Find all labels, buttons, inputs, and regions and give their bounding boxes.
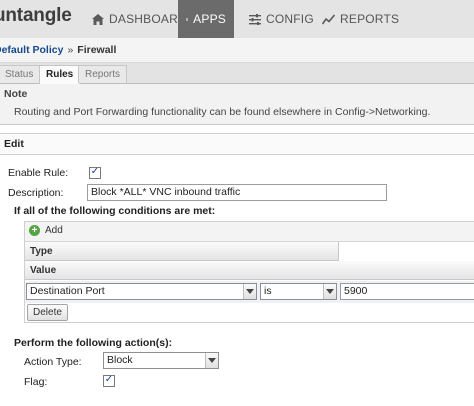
action-type-label: Action Type:	[24, 356, 82, 368]
note-panel: Note Routing and Port Forwarding functio…	[0, 84, 474, 125]
sliders-icon	[249, 13, 261, 25]
actions-title: Perform the following action(s):	[14, 337, 173, 349]
checkmark-icon: ✓	[90, 166, 100, 177]
nav-apps[interactable]: APPS	[178, 0, 234, 38]
home-icon	[92, 13, 104, 25]
edit-title: Edit	[4, 138, 24, 150]
breadcrumb: Default Policy » Firewall	[0, 38, 474, 63]
add-icon: +	[29, 225, 40, 236]
condition-operator-select[interactable]: is	[260, 283, 337, 300]
untangle-logo[interactable]: untangle	[0, 5, 72, 27]
note-title: Note	[4, 88, 28, 100]
nav-reports[interactable]: REPORTS	[314, 0, 407, 38]
flag-checkbox[interactable]: ✓	[103, 375, 115, 387]
tab-status[interactable]: Status	[0, 65, 41, 83]
delete-condition-button[interactable]: Delete	[27, 304, 68, 321]
chevron-down-icon	[205, 353, 218, 368]
breadcrumb-current: Firewall	[77, 44, 117, 56]
tab-bar: Status Rules Reports	[0, 63, 474, 85]
nav-reports-label: REPORTS	[340, 12, 400, 26]
condition-value-input[interactable]: 5900	[340, 283, 474, 300]
logo-text: untangle	[0, 5, 72, 26]
tab-reports[interactable]: Reports	[78, 65, 128, 83]
tab-rules[interactable]: Rules	[39, 65, 81, 85]
add-label: Add	[45, 225, 63, 236]
condition-type-select[interactable]: Destination Port	[26, 283, 257, 300]
chevron-down-icon	[323, 284, 336, 299]
nav-apps-label: APPS	[193, 12, 226, 26]
breadcrumb-policy-link[interactable]: Default Policy	[0, 44, 63, 56]
action-type-select[interactable]: Block	[103, 352, 219, 369]
nav-dashboard-label: DASHBOARD	[109, 12, 187, 26]
note-text: Routing and Port Forwarding functionalit…	[14, 106, 431, 118]
chevron-down-icon	[243, 284, 256, 299]
action-type-value: Block	[107, 354, 133, 366]
nav-config[interactable]: CONFIG	[241, 0, 322, 38]
top-nav-bar: untangle DASHBOARD APPS CONFIG REPORTS	[0, 0, 474, 39]
flag-label: Flag:	[24, 376, 48, 388]
conditions-toolbar: + Add	[25, 222, 474, 242]
nav-config-label: CONFIG	[266, 12, 314, 26]
enable-rule-label: Enable Rule:	[8, 167, 69, 179]
grid-icon	[186, 17, 189, 21]
condition-type-value: Destination Port	[30, 285, 105, 297]
conditions-title: If all of the following conditions are m…	[14, 205, 216, 217]
conditions-grid: + Add Type Value Destination Port is 590…	[24, 221, 474, 323]
enable-rule-checkbox[interactable]: ✓	[89, 167, 101, 179]
description-label: Description:	[8, 187, 64, 199]
column-header-type[interactable]: Type	[25, 242, 339, 261]
column-header-value[interactable]: Value	[25, 261, 474, 280]
description-input[interactable]: Block *ALL* VNC inbound traffic	[87, 184, 387, 201]
checkmark-icon: ✓	[104, 374, 114, 385]
condition-operator-value: is	[264, 285, 272, 297]
breadcrumb-separator: »	[67, 44, 74, 56]
add-condition-button[interactable]: + Add	[29, 225, 63, 236]
edit-section-header: Edit	[0, 133, 474, 155]
chart-line-icon	[322, 13, 335, 24]
